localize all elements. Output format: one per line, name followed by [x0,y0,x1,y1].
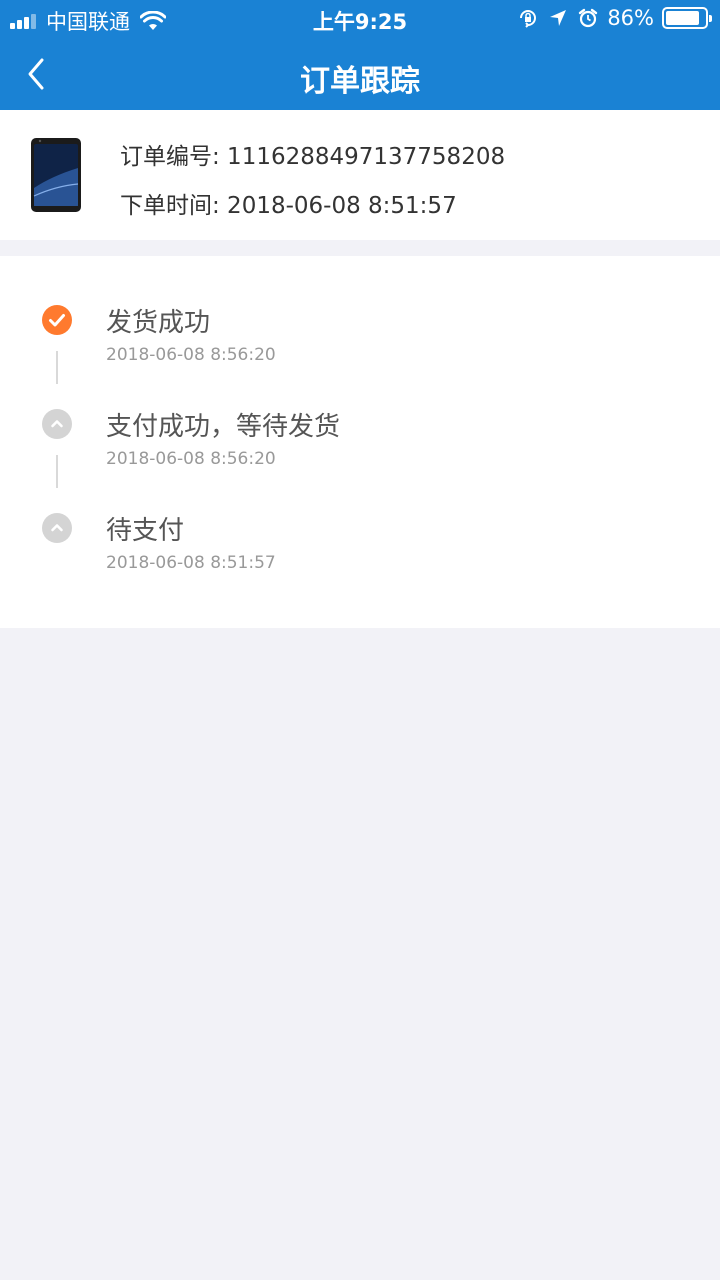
timeline-connector [56,455,58,488]
location-arrow-icon [550,10,567,26]
timeline-connector [56,351,58,384]
order-number: 订单编号: 1116288497137758208 [120,144,506,170]
rotation-lock-icon [520,10,537,28]
navigation-bar: 订单跟踪 [0,36,720,110]
status-bar-right: 86% [517,6,712,30]
step-time: 2018-06-08 8:51:57 [106,553,276,573]
battery-percent: 86% [607,6,654,30]
alarm-clock-icon [579,8,598,28]
app-header: 中国联通 上午9:25 86% 订单跟踪 [0,0,720,110]
status-bar: 中国联通 上午9:25 86% [0,0,720,36]
chevron-up-circle-icon [42,409,72,439]
order-time: 下单时间: 2018-06-08 8:51:57 [120,193,457,219]
step-title: 待支付 [106,516,185,546]
tracking-timeline: 发货成功 2018-06-08 8:56:20 支付成功，等待发货 2018-0… [0,256,720,628]
step-title: 支付成功，等待发货 [106,412,341,442]
timeline-step-shipped: 发货成功 2018-06-08 8:56:20 [0,305,720,409]
battery-level-fill [666,11,699,25]
step-time: 2018-06-08 8:56:20 [106,345,276,365]
battery-icon [662,7,712,29]
page-title: 订单跟踪 [300,64,420,99]
product-thumbnail [31,138,81,212]
step-title: 发货成功 [106,308,211,338]
timeline-step-pending-payment: 待支付 2018-06-08 8:51:57 [0,513,720,617]
timeline-step-paid: 支付成功，等待发货 2018-06-08 8:56:20 [0,409,720,513]
chevron-up-circle-icon [42,513,72,543]
step-time: 2018-06-08 8:56:20 [106,449,276,469]
order-summary-card[interactable]: 订单编号: 1116288497137758208 下单时间: 2018-06-… [0,110,720,240]
check-circle-icon [42,305,72,335]
